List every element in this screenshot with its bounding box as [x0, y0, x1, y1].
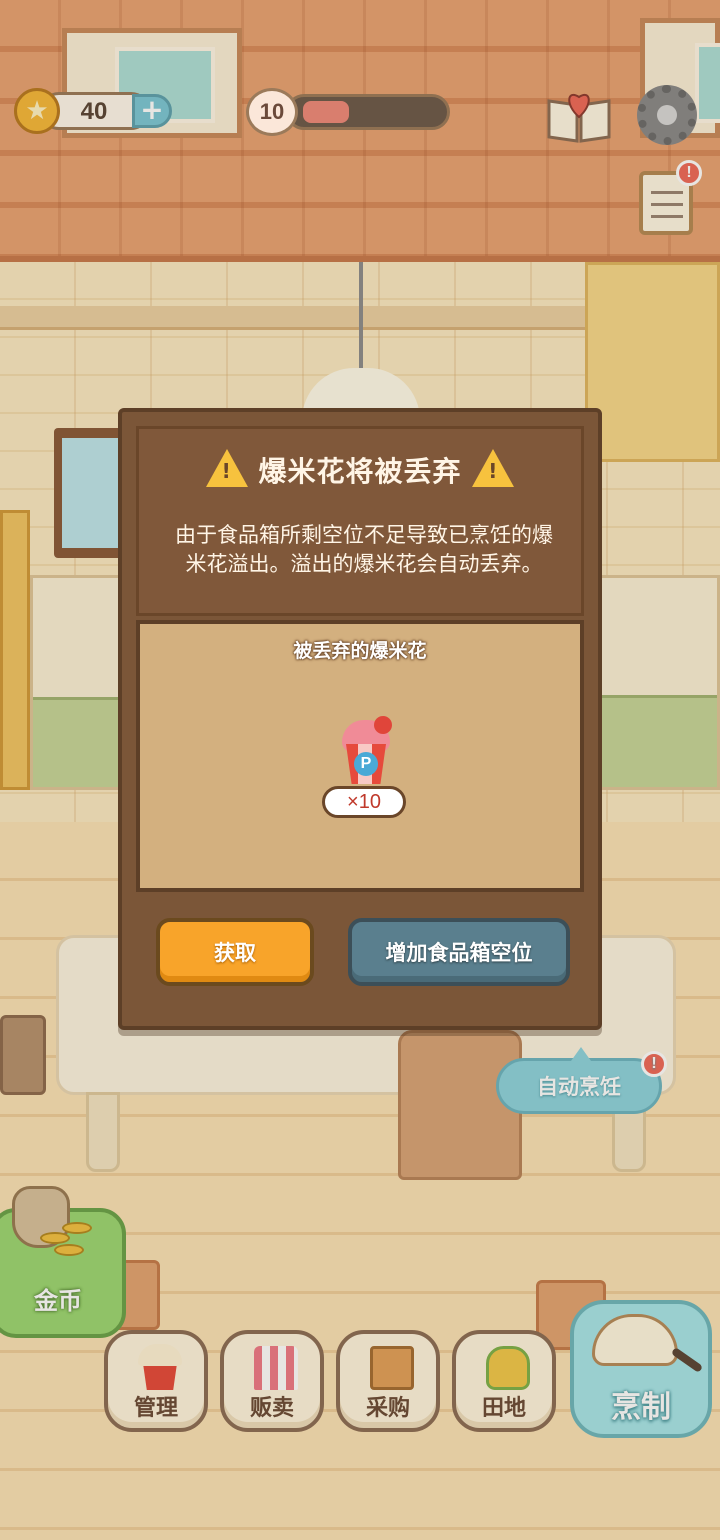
expand-storage-label: 增加食品箱空位: [385, 941, 533, 965]
dialog-title-row: ! 爆米花将被丢弃 !: [139, 449, 581, 490]
item-quantity: ×10: [322, 786, 406, 818]
warning-icon: !: [472, 449, 515, 487]
dialog-header: ! 爆米花将被丢弃 ! 由于食品箱所剩空位不足导致已烹饪的爆米花溢出。溢出的爆米…: [136, 426, 584, 616]
get-button-label: 获取: [214, 941, 256, 965]
warning-icon: !: [205, 449, 248, 487]
discarded-items-panel: 被丢弃的爆米花 P ×10: [136, 620, 584, 892]
strawberry-popcorn-icon: P: [340, 716, 392, 786]
dialog-description: 由于食品箱所剩空位不足导致已烹饪的爆米花溢出。溢出的爆米花会自动丢弃。: [175, 523, 553, 576]
popcorn-discard-dialog: ! 爆米花将被丢弃 ! 由于食品箱所剩空位不足导致已烹饪的爆米花溢出。溢出的爆米…: [118, 408, 602, 1030]
expand-storage-button[interactable]: 增加食品箱空位: [348, 918, 570, 986]
dialog-footer: 获取 增加食品箱空位: [136, 896, 584, 1014]
level-badge: 10: [246, 88, 298, 136]
discarded-label: 被丢弃的爆米花: [293, 640, 427, 662]
get-button[interactable]: 获取: [156, 918, 314, 986]
dialog-title: 爆米花将被丢弃: [258, 455, 462, 488]
